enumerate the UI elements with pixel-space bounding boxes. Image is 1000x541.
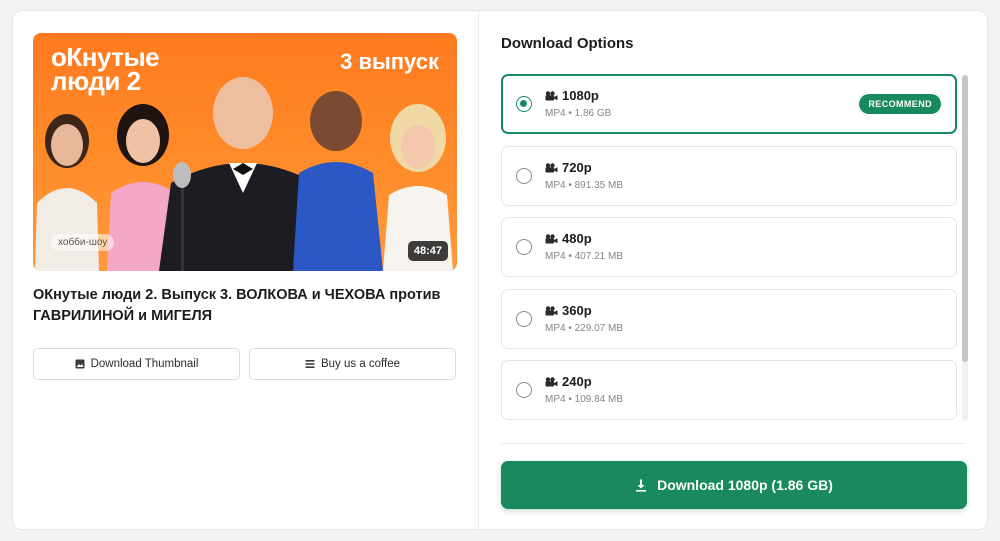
- download-thumbnail-label: Download Thumbnail: [90, 358, 199, 370]
- option-resolution-label: 1080p: [562, 88, 599, 103]
- download-icon: [636, 479, 647, 492]
- download-options-heading: Download Options: [501, 35, 634, 52]
- option-360p[interactable]: 360p MP4 • 229.07 MB: [501, 289, 957, 349]
- radio-unselected[interactable]: [516, 239, 532, 255]
- main-card: оКнутые люди 2 3 выпуск хобби-шоу 48:47 …: [12, 10, 988, 530]
- option-meta: MP4 • 1.86 GB: [545, 108, 612, 119]
- video-camera-icon: [545, 233, 558, 243]
- video-camera-icon: [545, 376, 558, 386]
- list-icon: [305, 360, 315, 368]
- thumbnail-episode: 3 выпуск: [340, 49, 439, 74]
- option-meta: MP4 • 891.35 MB: [545, 180, 623, 191]
- download-options-panel: Download Options 1080p MP4 • 1.86 GB REC…: [480, 11, 987, 529]
- radio-unselected[interactable]: [516, 382, 532, 398]
- option-meta: MP4 • 229.07 MB: [545, 323, 623, 334]
- download-button-label: Download 1080p (1.86 GB): [657, 477, 833, 493]
- option-resolution: 720p: [545, 160, 592, 175]
- recommend-badge: RECOMMEND: [859, 94, 941, 114]
- option-meta: MP4 • 407.21 MB: [545, 251, 623, 262]
- divider: [501, 443, 966, 444]
- option-resolution: 1080p: [545, 88, 599, 103]
- buy-coffee-button[interactable]: Buy us a coffee: [249, 348, 456, 380]
- video-camera-icon: [545, 305, 558, 315]
- option-meta: MP4 • 109.84 MB: [545, 394, 623, 405]
- video-thumbnail: оКнутые люди 2 3 выпуск хобби-шоу 48:47: [33, 33, 457, 271]
- option-resolution-label: 360p: [562, 303, 592, 318]
- download-button[interactable]: Download 1080p (1.86 GB): [501, 461, 967, 509]
- options-scrollbar[interactable]: [962, 75, 968, 362]
- video-camera-icon: [545, 90, 558, 100]
- thumbnail-show-title: оКнутые люди 2: [51, 44, 201, 96]
- radio-unselected[interactable]: [516, 168, 532, 184]
- option-resolution: 240p: [545, 374, 592, 389]
- option-1080p[interactable]: 1080p MP4 • 1.86 GB RECOMMEND: [501, 74, 957, 134]
- duration-badge: 48:47: [407, 241, 448, 261]
- option-resolution-label: 240p: [562, 374, 592, 389]
- option-resolution-label: 720p: [562, 160, 592, 175]
- option-resolution: 360p: [545, 303, 592, 318]
- radio-unselected[interactable]: [516, 311, 532, 327]
- option-240p[interactable]: 240p MP4 • 109.84 MB: [501, 360, 957, 420]
- option-480p[interactable]: 480p MP4 • 407.21 MB: [501, 217, 957, 277]
- video-panel: оКнутые люди 2 3 выпуск хобби-шоу 48:47 …: [13, 11, 479, 529]
- video-title: ОКнутые люди 2. Выпуск 3. ВОЛКОВА и ЧЕХО…: [33, 287, 441, 324]
- video-camera-icon: [545, 162, 558, 172]
- thumbnail-tag: хобби-шоу: [51, 234, 115, 251]
- option-720p[interactable]: 720p MP4 • 891.35 MB: [501, 146, 957, 206]
- option-resolution: 480p: [545, 231, 592, 246]
- radio-selected[interactable]: [516, 96, 532, 112]
- download-thumbnail-button[interactable]: Download Thumbnail: [33, 348, 240, 380]
- image-icon: [75, 359, 85, 369]
- option-resolution-label: 480p: [562, 231, 592, 246]
- buy-coffee-label: Buy us a coffee: [320, 358, 401, 370]
- thumbnail-title-line2: люди 2: [51, 66, 141, 96]
